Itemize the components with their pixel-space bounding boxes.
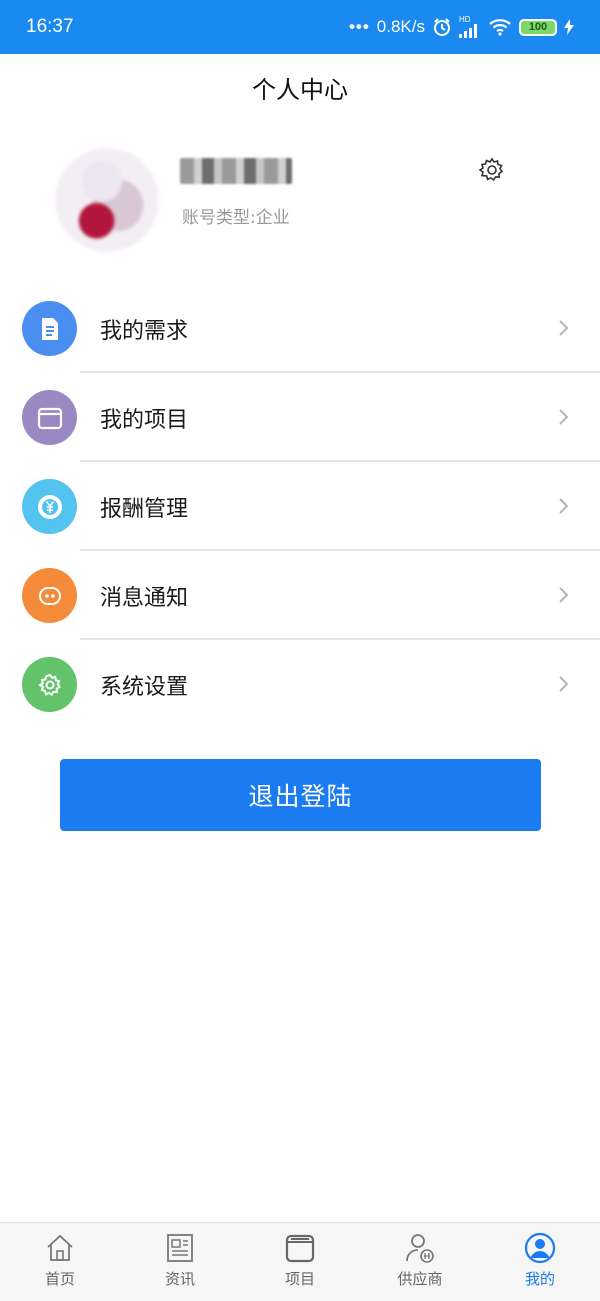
charging-icon — [564, 19, 574, 35]
chevron-right-icon — [559, 587, 569, 603]
menu-icon-circle — [22, 390, 77, 445]
home-icon — [47, 1234, 73, 1261]
account-type: 账号类型:企业 — [182, 208, 290, 228]
menu-icon-circle — [22, 301, 77, 356]
tab-label: 项目 — [284, 1270, 315, 1288]
chat-bubble-icon — [38, 586, 61, 605]
tab-suppliers[interactable]: 供应商 — [360, 1223, 480, 1301]
menu-label: 消息通知 — [100, 585, 189, 611]
network-speed: 0.8K/s — [376, 17, 425, 36]
tab-label: 供应商 — [397, 1270, 443, 1288]
profile-icon — [524, 1232, 556, 1264]
menu-label: 我的项目 — [100, 407, 189, 433]
gear-icon — [37, 673, 61, 696]
tab-home[interactable]: 首页 — [0, 1223, 120, 1301]
status-bar: 16:37 ••• 0.8K/s HD 100 — [0, 0, 600, 54]
tab-label: 资讯 — [164, 1270, 195, 1288]
menu-label: 我的需求 — [100, 318, 189, 344]
chevron-right-icon — [559, 320, 569, 336]
page-title: 个人中心 — [252, 76, 348, 104]
avatar[interactable] — [55, 148, 159, 252]
username-redacted — [180, 158, 292, 184]
tab-label: 我的 — [524, 1270, 555, 1288]
signal-icon — [459, 24, 477, 38]
tab-profile[interactable]: 我的 — [480, 1223, 600, 1301]
gear-icon[interactable] — [478, 156, 506, 184]
menu-label: 系统设置 — [100, 674, 189, 700]
menu-item-my-requirements[interactable]: 我的需求 — [0, 284, 600, 373]
profile-page: 16:37 ••• 0.8K/s HD 100 个人中心 账号类型:企业 我的需… — [0, 0, 600, 1301]
menu-icon-circle — [22, 568, 77, 623]
status-time: 16:37 — [26, 16, 74, 37]
chevron-right-icon — [559, 409, 569, 425]
wifi-icon — [489, 19, 511, 36]
menu-label: 报酬管理 — [100, 496, 189, 522]
menu-item-system-settings[interactable]: 系统设置 — [0, 640, 600, 729]
status-icons: ••• 0.8K/s HD 100 — [349, 16, 574, 38]
chevron-right-icon — [559, 498, 569, 514]
menu-icon-circle — [22, 657, 77, 712]
hd-label: HD — [459, 15, 471, 24]
chevron-right-icon — [559, 676, 569, 692]
menu-item-payment[interactable]: 报酬管理 — [0, 462, 600, 551]
more-dots-icon: ••• — [348, 17, 370, 36]
menu-icon-circle — [22, 479, 77, 534]
tab-label: 首页 — [44, 1270, 75, 1288]
bottom-tab-bar: 首页 资讯 项目 供应商 我的 — [0, 1222, 600, 1301]
alarm-icon — [434, 18, 450, 36]
document-icon — [41, 317, 58, 340]
logout-button[interactable]: 退出登陆 — [60, 759, 541, 831]
tab-projects[interactable]: 项目 — [240, 1223, 360, 1301]
project-icon — [285, 1234, 315, 1263]
news-icon — [167, 1234, 193, 1262]
folder-icon — [37, 407, 62, 429]
yen-coin-icon — [37, 494, 62, 519]
menu-list: 我的需求 我的项目 报酬管理 消息通知 系统设置 — [0, 284, 600, 729]
signal-group: HD — [459, 16, 481, 38]
tab-news[interactable]: 资讯 — [120, 1223, 240, 1301]
battery-icon: 100 — [519, 18, 557, 36]
menu-item-notifications[interactable]: 消息通知 — [0, 551, 600, 640]
supplier-icon — [406, 1234, 434, 1263]
menu-item-my-projects[interactable]: 我的项目 — [0, 373, 600, 462]
